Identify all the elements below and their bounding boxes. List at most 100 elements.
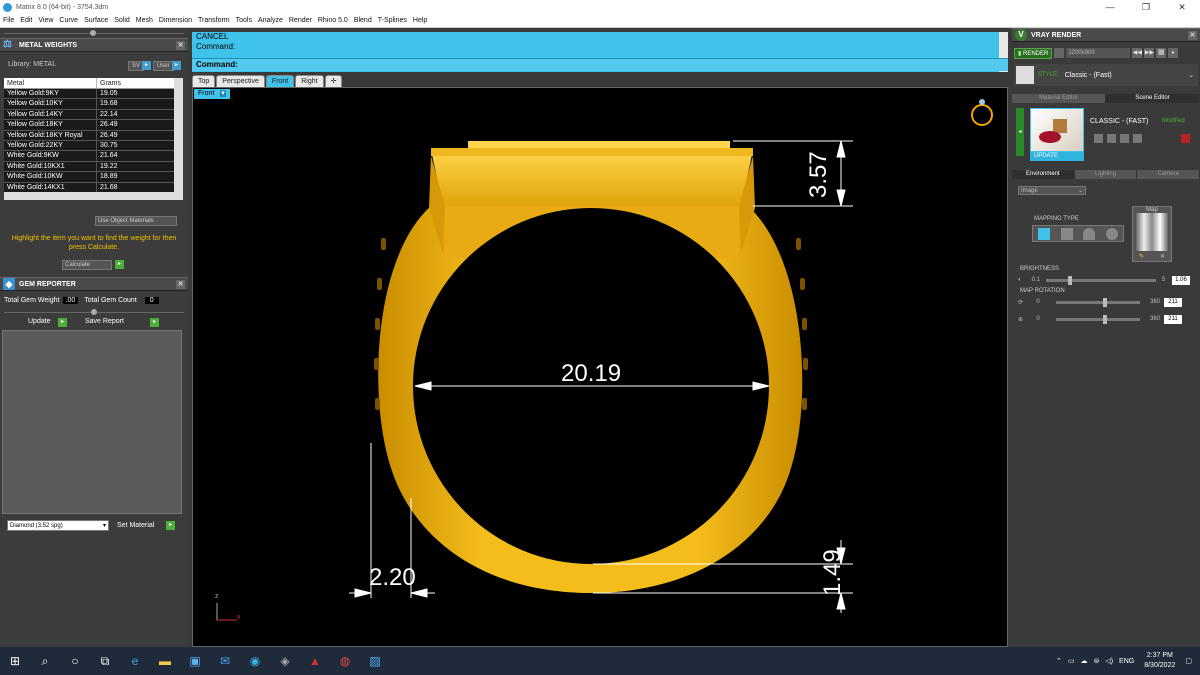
map-preview[interactable]: Map ✎ ✕ [1132,206,1172,262]
menu-help[interactable]: Help [413,17,427,24]
tab-front[interactable]: Front [265,75,295,87]
resolution-field[interactable]: 1200x900 [1066,48,1131,58]
table-row[interactable]: Yellow Gold:14KY 22.14 [4,109,183,121]
resolution-icon[interactable] [1054,48,1065,58]
close-icon[interactable]: ✕ [1164,0,1200,14]
set-material-arrow-icon[interactable]: ▸ [166,521,175,530]
prev-icon[interactable]: ◀◀ [1132,48,1143,58]
close-icon[interactable]: ✕ [1188,31,1197,40]
rotation-vertical-slider[interactable]: ⊕ 0 360 211 [1018,314,1194,324]
notifications-icon[interactable]: ▢ [1185,657,1192,665]
rotation1-track[interactable] [1056,297,1140,307]
maximize-icon[interactable]: ❐ [1128,0,1164,14]
close-icon[interactable]: ✕ [176,280,185,289]
search-icon[interactable]: ⌕ [30,647,60,675]
rhino-icon[interactable]: ◈ [270,647,300,675]
next-icon[interactable]: ▶▶ [1144,48,1155,58]
network-icon[interactable]: ▭ [1068,657,1075,665]
update-label[interactable]: Update [28,318,51,325]
brightness-value[interactable]: 1.06 [1172,275,1190,285]
map-clear-icon[interactable]: ✕ [1160,253,1165,260]
more-icon[interactable]: ▸ [1168,48,1179,58]
copy-icon[interactable] [1120,134,1129,143]
mapping-sphere-icon[interactable] [1105,227,1118,240]
matrix-app-icon[interactable]: ◉ [240,647,270,675]
menu-view[interactable]: View [38,17,53,24]
volume-icon[interactable]: ◁) [1105,657,1113,665]
tab-perspective[interactable]: Perspective [216,75,265,87]
material-select[interactable]: Diamond (3.52 spg) ▾ [7,520,109,531]
set-material-label[interactable]: Set Material [117,522,154,529]
menu-curve[interactable]: Curve [59,17,78,24]
file-explorer-icon[interactable]: ▬ [150,647,180,675]
table-scrollbar[interactable] [174,78,183,200]
brightness-track[interactable] [1046,275,1156,285]
table-row[interactable]: Yellow Gold:22KY 30.75 [4,140,183,152]
save-report-label[interactable]: Save Report [85,318,124,325]
windows-start-icon[interactable]: ⊞ [0,647,30,675]
rotation2-value[interactable]: 211 [1164,314,1182,324]
settings-icon[interactable] [1133,134,1142,143]
table-row[interactable]: Yellow Gold:18KY 26.49 [4,120,183,131]
tab-scene-editor[interactable]: Scene Editor [1106,94,1200,103]
tab-lighting[interactable]: Lighting [1074,170,1138,179]
cortana-icon[interactable]: ○ [60,647,90,675]
panel-splitter[interactable] [0,28,188,38]
menu-solid[interactable]: Solid [114,17,130,24]
close-icon[interactable]: ✕ [176,41,185,50]
menu-file[interactable]: File [3,17,14,24]
store-icon[interactable]: ▣ [180,647,210,675]
menu-blend[interactable]: Blend [354,17,372,24]
table-row[interactable]: White Gold:9KW 21.64 [4,151,183,162]
save-report-arrow-icon[interactable]: ▸ [150,318,159,327]
mapping-cube-icon[interactable] [1060,227,1073,240]
table-row[interactable]: White Gold:10KX1 19.22 [4,161,183,173]
calculate-button[interactable]: Calculate [62,260,112,270]
menu-mesh[interactable]: Mesh [136,17,153,24]
tab-camera[interactable]: Camera [1137,170,1200,179]
update-arrow-icon[interactable]: ▸ [58,318,67,327]
menu-dimension[interactable]: Dimension [159,17,192,24]
ring-icon[interactable] [971,99,993,126]
delete-icon[interactable] [1181,134,1190,143]
menu-tsplines[interactable]: T-Splines [378,17,407,24]
render-button[interactable]: ▮ RENDER [1014,47,1053,59]
rotation-horizontal-slider[interactable]: ⟳ 0 360 211 [1018,297,1194,307]
task-view-icon[interactable]: ⧉ [90,647,120,675]
cloud-icon[interactable]: ☁ [1080,657,1087,665]
menu-transform[interactable]: Transform [198,17,230,24]
gem-splitter-knob[interactable] [91,309,97,315]
tab-environment[interactable]: Environment [1012,170,1075,179]
menu-edit[interactable]: Edit [20,17,32,24]
map-edit-icon[interactable]: ✎ [1139,253,1144,260]
photos-icon[interactable]: ▨ [360,647,390,675]
front-viewport[interactable]: Front ▾ 20.19 3.57 2.20 1.49 z x [192,87,1008,647]
side-collapse-icon[interactable]: ◂ [1016,108,1024,156]
brightness-slider[interactable]: ◐ 0.1 5 1.06 [1018,275,1194,285]
tab-right[interactable]: Right [295,75,324,87]
user-arrow-icon[interactable]: ▸ [172,61,181,70]
wifi-icon[interactable]: ⊜ [1093,657,1099,665]
rotation1-value[interactable]: 211 [1164,297,1182,307]
table-row[interactable]: Yellow Gold:9KY 19.05 [4,89,183,100]
minimize-icon[interactable]: — [1092,0,1128,14]
tab-material-editor[interactable]: Material Editor [1012,94,1106,103]
mapping-spherical-icon[interactable] [1038,227,1051,240]
metal-table[interactable]: Metal Grams Yellow Gold:9KY 19.05 Yellow … [4,78,183,200]
table-hscrollbar[interactable] [4,192,174,200]
mail-icon[interactable]: ✉ [210,647,240,675]
menu-analyze[interactable]: Analyze [258,17,283,24]
folder-icon[interactable] [1107,134,1116,143]
edge-icon[interactable]: e [120,647,150,675]
add-viewport-icon[interactable]: ✛ [324,75,343,87]
update-scene-button[interactable]: UPDATE [1030,152,1084,161]
chrome-icon[interactable]: ◍ [330,647,360,675]
mapping-dome-icon[interactable] [1083,227,1096,240]
rotation2-track[interactable] [1056,314,1140,324]
clock[interactable]: 2:37 PM 8/30/2022 [1144,651,1175,671]
menu-tools[interactable]: Tools [236,17,252,24]
grid-icon[interactable]: ▦ [1156,48,1167,58]
menu-rhino[interactable]: Rhino 5.0 [318,17,348,24]
style-row[interactable]: STYLE: Classic - (Fast) ⌄ [1014,64,1198,86]
command-input[interactable]: Command: [192,58,1008,71]
